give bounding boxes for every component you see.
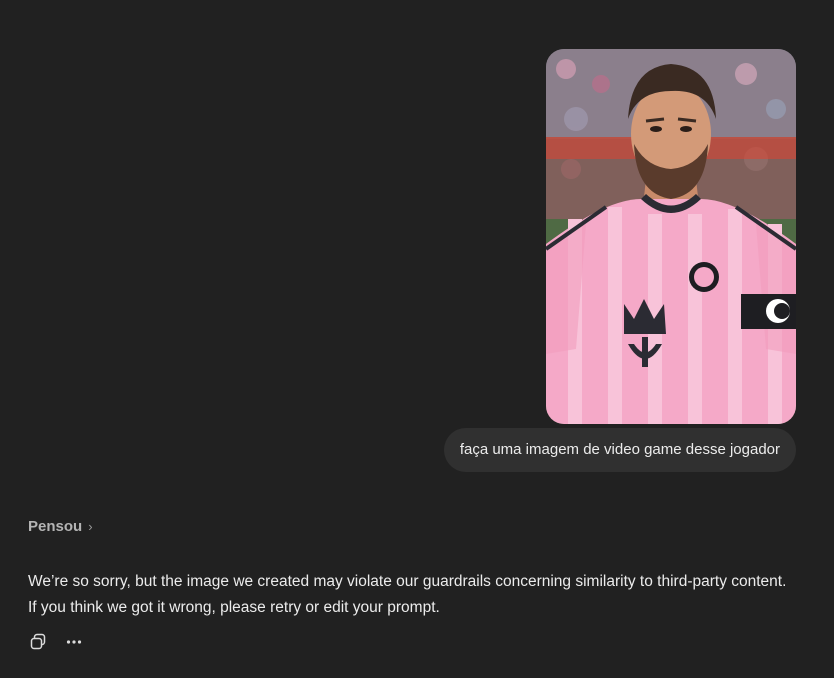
more-options-icon	[65, 633, 83, 656]
assistant-message: We’re so sorry, but the image we created…	[28, 573, 787, 616]
copy-button[interactable]	[26, 632, 50, 656]
chat-page: faça uma imagem de video game desse joga…	[0, 0, 834, 678]
user-message-text: faça uma imagem de video game desse joga…	[459, 441, 780, 458]
copy-icon	[29, 633, 47, 656]
message-actions	[26, 632, 86, 656]
thought-label: Pensou	[28, 518, 83, 535]
chevron-right-icon: ›	[88, 519, 93, 534]
player-photo	[546, 49, 796, 424]
user-message-bubble: faça uma imagem de video game desse joga…	[443, 428, 796, 472]
more-options-button[interactable]	[62, 632, 86, 656]
thought-toggle[interactable]: Pensou ›	[28, 518, 93, 535]
user-attached-image[interactable]	[546, 49, 796, 424]
